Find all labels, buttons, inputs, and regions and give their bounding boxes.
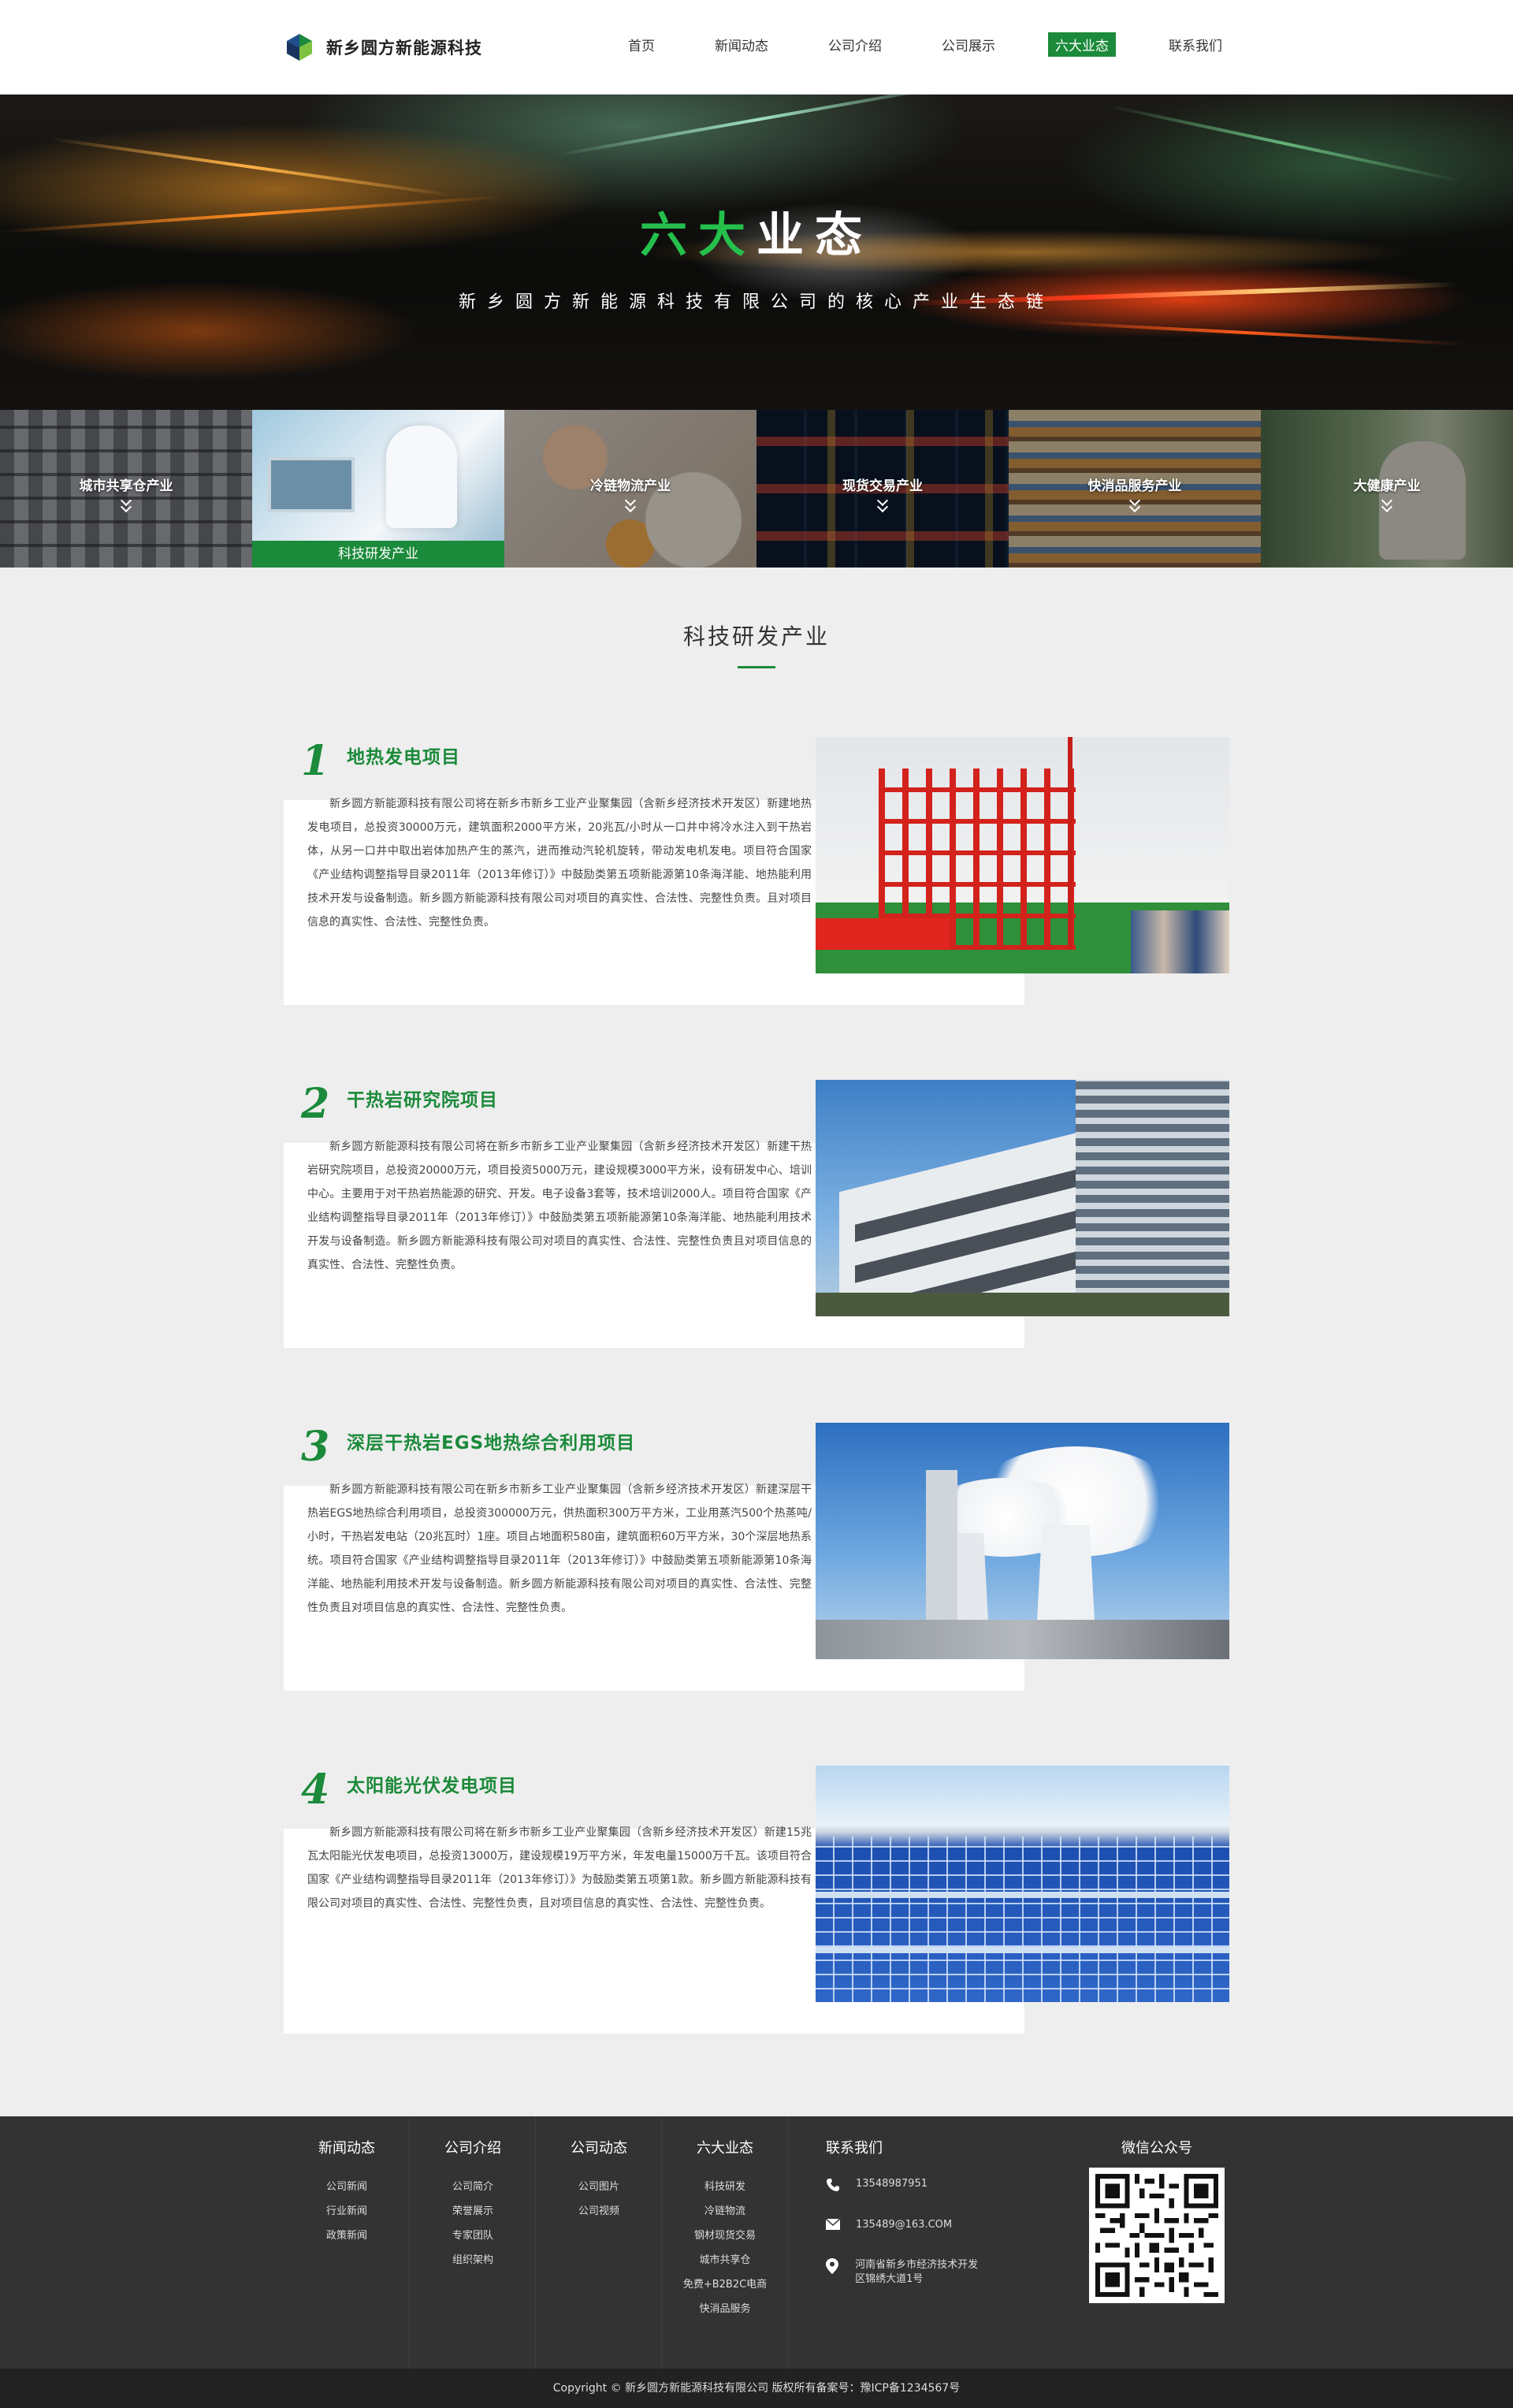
nav-home[interactable]: 首页 — [621, 32, 662, 57]
project-photo — [816, 1766, 1229, 2002]
footer-link[interactable]: 荣誉展示 — [410, 2202, 536, 2217]
category-label: 快消品服务产业 — [1087, 478, 1182, 494]
footer-column-title: 新闻动态 — [318, 2140, 375, 2157]
light-streak — [554, 95, 959, 158]
category-health[interactable]: 大健康产业 — [1261, 410, 1513, 568]
project-description: 新乡圆方新能源科技有限公司在新乡市新乡工业产业聚集园（含新乡经济技术开发区）新建… — [307, 1483, 812, 1614]
category-tech-rd[interactable]: 科技研发产业 — [252, 410, 504, 568]
project-photo — [816, 1080, 1229, 1316]
footer-column-title: 六大业态 — [697, 2140, 753, 2157]
double-chevron-down-icon — [875, 494, 890, 514]
footer-column-about: 公司介绍 公司简介 荣誉展示 专家团队 组织架构 — [410, 2116, 536, 2369]
footer-link[interactable]: 快消品服务 — [662, 2300, 788, 2315]
double-chevron-down-icon — [1379, 494, 1395, 514]
wechat-qr-code — [1089, 2168, 1225, 2303]
footer-link[interactable]: 公司简介 — [410, 2178, 536, 2193]
footer-link[interactable]: 冷链物流 — [662, 2202, 788, 2217]
category-label: 大健康产业 — [1353, 478, 1421, 494]
double-chevron-down-icon — [118, 494, 134, 514]
footer-link[interactable]: 组织架构 — [410, 2251, 536, 2266]
project-title[interactable]: 地热发电项目 — [347, 742, 460, 769]
nav-showcase[interactable]: 公司展示 — [935, 32, 1002, 57]
light-streak — [1024, 319, 1466, 346]
email-address[interactable]: 135489@163.COM — [856, 2219, 952, 2231]
logo-text: 新乡圆方新能源科技 — [326, 39, 482, 58]
category-warehouse[interactable]: 城市共享仓产业 — [0, 410, 252, 568]
footer-contact-title: 联系我们 — [826, 2140, 883, 2157]
footer-phone: 13548987951 — [826, 2178, 928, 2194]
location-pin-icon — [826, 2258, 841, 2274]
site-footer: 新闻动态 公司新闻 行业新闻 政策新闻 公司介绍 公司简介 荣誉展示 专家团队 … — [0, 2116, 1513, 2369]
phone-icon — [826, 2178, 842, 2194]
project-item: 1 地热发电项目 新乡圆方新能源科技有限公司将在新乡市新乡工业产业聚集园（含新乡… — [284, 737, 1229, 1005]
banner-title: 六大业态 — [0, 197, 1513, 266]
footer-link[interactable]: 科技研发 — [662, 2178, 788, 2193]
mail-icon — [825, 2218, 842, 2235]
hero-banner: 六大业态 新乡圆方新能源科技有限公司的核心产业生态链 — [0, 95, 1513, 410]
wechat-title: 微信公众号 — [1121, 2140, 1192, 2157]
footer-column-industries: 六大业态 科技研发 冷链物流 钢材现货交易 城市共享仓 免费+B2B2C电商 快… — [662, 2116, 788, 2369]
category-strip: 城市共享仓产业 科技研发产业 冷链物流产业 现货交易产业 快消品服务产业 大健康… — [0, 410, 1513, 568]
logo-icon — [284, 32, 315, 63]
logo[interactable]: 新乡圆方新能源科技 — [284, 30, 482, 65]
footer-column-title: 公司介绍 — [444, 2140, 501, 2157]
category-fmcg[interactable]: 快消品服务产业 — [1009, 410, 1261, 568]
project-description: 新乡圆方新能源科技有限公司将在新乡市新乡工业产业聚集园（含新乡经济技术开发区）新… — [307, 1826, 812, 1910]
project-photo — [816, 1423, 1229, 1659]
project-number: 2 — [301, 1080, 330, 1128]
section-title: 科技研发产业 — [682, 623, 830, 649]
category-label: 城市共享仓产业 — [79, 478, 173, 494]
category-label: 冷链物流产业 — [590, 478, 671, 494]
footer-address: 河南省新乡市经济技术开发区锦绣大道1号 — [826, 2258, 983, 2287]
banner-title-white: 业态 — [756, 208, 873, 263]
copyright-bar: Copyright © 新乡圆方新能源科技有限公司 版权所有备案号：豫ICP备1… — [0, 2369, 1513, 2408]
nav-about[interactable]: 公司介绍 — [821, 32, 889, 57]
footer-link[interactable]: 免费+B2B2C电商 — [662, 2276, 788, 2291]
footer-link[interactable]: 公司新闻 — [284, 2178, 410, 2193]
nav-contact[interactable]: 联系我们 — [1162, 32, 1229, 57]
footer-email: 135489@163.COM — [825, 2218, 952, 2235]
project-title[interactable]: 太阳能光伏发电项目 — [347, 1770, 517, 1797]
nav-news[interactable]: 新闻动态 — [708, 32, 775, 57]
main-nav: 首页 新闻动态 公司介绍 公司展示 六大业态 联系我们 — [575, 30, 1229, 58]
project-title[interactable]: 深层干热岩EGS地热综合利用项目 — [347, 1427, 635, 1454]
phone-number[interactable]: 13548987951 — [856, 2178, 928, 2190]
footer-link[interactable]: 钢材现货交易 — [662, 2227, 788, 2242]
footer-column-news: 新闻动态 公司新闻 行业新闻 政策新闻 — [284, 2116, 410, 2369]
project-number: 4 — [301, 1766, 330, 1814]
nav-six-industries[interactable]: 六大业态 — [1048, 32, 1116, 57]
category-spot-trading[interactable]: 现货交易产业 — [756, 410, 1009, 568]
footer-link[interactable]: 行业新闻 — [284, 2202, 410, 2217]
banner-subtitle: 新乡圆方新能源科技有限公司的核心产业生态链 — [458, 292, 1054, 312]
project-item: 2 干热岩研究院项目 新乡圆方新能源科技有限公司将在新乡市新乡工业产业聚集园（含… — [284, 1080, 1229, 1348]
site-header: 新乡圆方新能源科技 首页 新闻动态 公司介绍 公司展示 六大业态 联系我们 — [0, 0, 1513, 95]
project-item: 3 深层干热岩EGS地热综合利用项目 新乡圆方新能源科技有限公司在新乡市新乡工业… — [284, 1423, 1229, 1691]
project-description: 新乡圆方新能源科技有限公司将在新乡市新乡工业产业聚集园（含新乡经济技术开发区）新… — [307, 1141, 812, 1271]
category-label: 科技研发产业 — [252, 541, 504, 568]
address-text: 河南省新乡市经济技术开发区锦绣大道1号 — [855, 2259, 979, 2285]
light-streak — [1106, 104, 1463, 183]
category-cold-chain[interactable]: 冷链物流产业 — [504, 410, 756, 568]
light-streak — [49, 136, 455, 198]
double-chevron-down-icon — [623, 494, 638, 514]
project-number: 1 — [301, 737, 330, 785]
project-title[interactable]: 干热岩研究院项目 — [347, 1085, 498, 1111]
footer-column-title: 公司动态 — [571, 2140, 627, 2157]
project-number: 3 — [301, 1423, 330, 1471]
section-title-underline — [738, 666, 775, 668]
footer-link[interactable]: 城市共享仓 — [662, 2251, 788, 2266]
footer-link[interactable]: 专家团队 — [410, 2227, 536, 2242]
banner-title-green: 六大 — [640, 208, 756, 263]
footer-link[interactable]: 公司视频 — [536, 2202, 662, 2217]
double-chevron-down-icon — [1127, 494, 1143, 514]
project-description: 新乡圆方新能源科技有限公司将在新乡市新乡工业产业聚集园（含新乡经济技术开发区）新… — [307, 798, 812, 929]
project-item: 4 太阳能光伏发电项目 新乡圆方新能源科技有限公司将在新乡市新乡工业产业聚集园（… — [284, 1766, 1229, 2034]
footer-link[interactable]: 政策新闻 — [284, 2227, 410, 2242]
footer-column-company-news: 公司动态 公司图片 公司视频 — [536, 2116, 662, 2369]
qr-code-icon — [1095, 2174, 1218, 2297]
footer-link[interactable]: 公司图片 — [536, 2178, 662, 2193]
project-photo — [816, 737, 1229, 973]
category-label: 现货交易产业 — [842, 478, 923, 494]
